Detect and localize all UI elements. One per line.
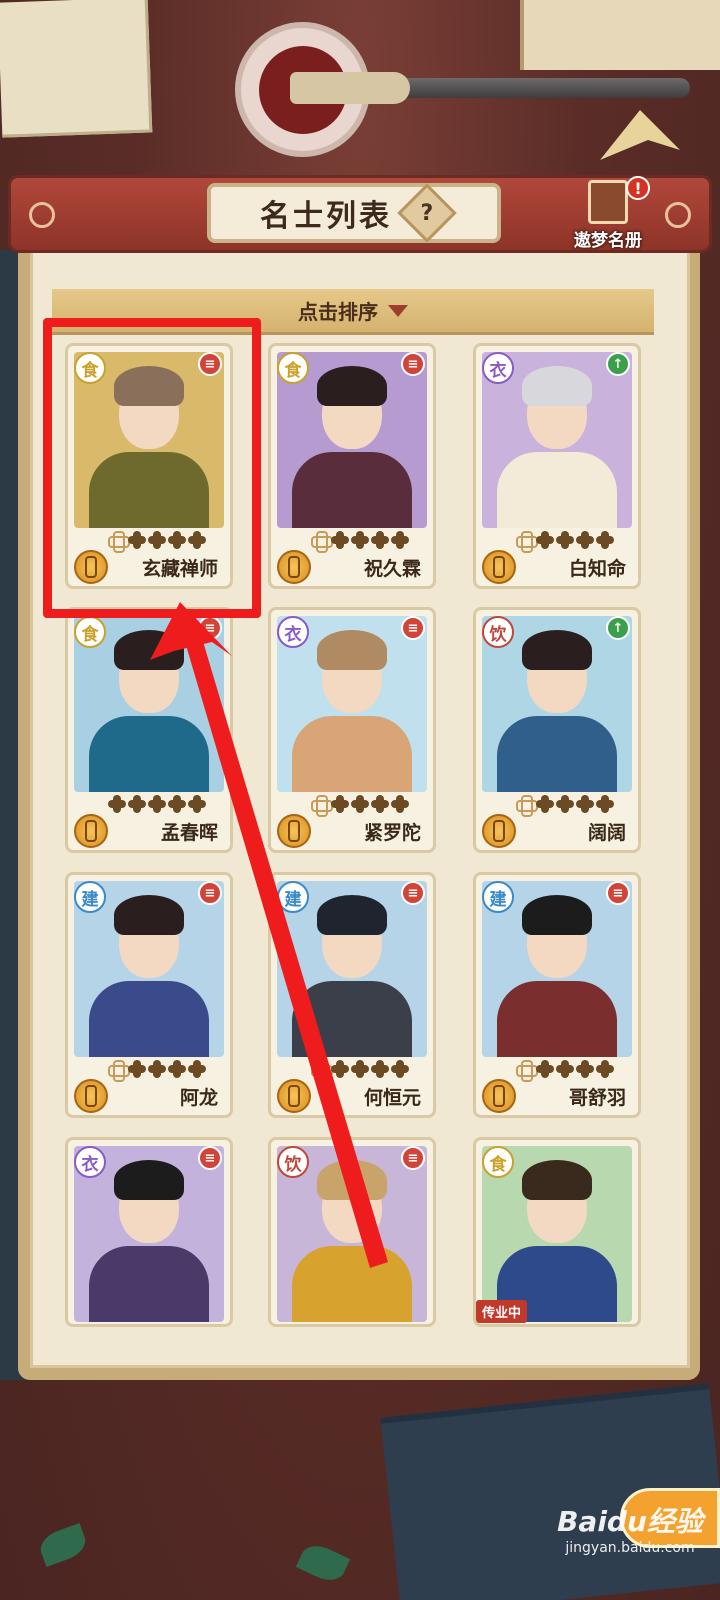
watermark-logo: Baidu经验 (557, 1505, 703, 1538)
watermark-url: jingyan.baidu.com (565, 1540, 695, 1556)
annotation-arrow (150, 602, 388, 1268)
arrow-shaft (180, 618, 388, 1268)
watermark: Baidu经验 jingyan.baidu.com (540, 1500, 720, 1570)
